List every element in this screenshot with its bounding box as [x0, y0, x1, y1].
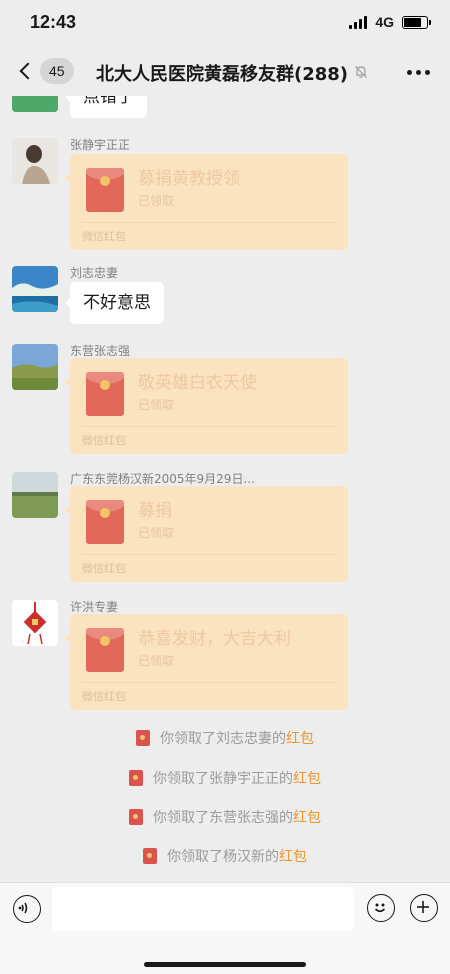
divider [82, 222, 336, 223]
bell-off-icon [355, 66, 367, 78]
system-notice: 你领取了刘志忠妻的红包 [0, 728, 450, 748]
red-packet-icon [86, 372, 124, 416]
red-packet-wish: 募捐黄教授领 [138, 169, 240, 189]
chevron-left-icon [19, 62, 37, 80]
avatar[interactable] [12, 138, 58, 184]
red-packet-icon [86, 628, 124, 672]
red-packet-link[interactable]: 红包 [293, 771, 321, 787]
battery-icon [402, 15, 431, 29]
red-packet-wish: 恭喜发财，大吉大利 [138, 629, 291, 649]
red-packet-footer: 微信红包 [82, 562, 126, 575]
red-packet-message[interactable]: 恭喜发财，大吉大利 已领取 微信红包 [65, 614, 348, 710]
signal-icon [349, 15, 368, 29]
notice-text: 你领取了东营张志强的 [153, 810, 293, 826]
red-packet-footer: 微信红包 [82, 690, 126, 703]
system-notice: 你领取了杨汉新的红包 [0, 846, 450, 866]
chat-header: 45 北大人民医院黄磊移友群(288) [0, 48, 450, 96]
network-label: 4G [375, 14, 394, 30]
sender-name: 刘志忠妻 [70, 266, 119, 280]
red-packet-status: 已领取 [138, 398, 175, 412]
chat-title: 北大人民医院黄磊移友群(288) [96, 64, 349, 85]
notice-text: 你领取了杨汉新的 [167, 849, 279, 865]
voice-button[interactable] [13, 895, 41, 923]
sender-name: 张静宇正正 [70, 138, 131, 152]
red-packet-wish: 敬英雄白衣天使 [138, 373, 257, 393]
red-packet-message[interactable]: 募捐黄教授领 已领取 微信红包 [65, 154, 348, 250]
red-packet-link[interactable]: 红包 [293, 810, 321, 826]
avatar[interactable] [12, 266, 58, 312]
more-icon[interactable] [407, 70, 430, 75]
avatar[interactable] [12, 600, 58, 646]
red-packet-message[interactable]: 募捐 已领取 微信红包 [65, 486, 348, 582]
red-packet-status: 已领取 [138, 654, 175, 668]
back-button[interactable]: 45 [16, 58, 74, 84]
red-packet-link[interactable]: 红包 [286, 731, 314, 747]
red-packet-icon [129, 809, 143, 825]
red-packet-icon [129, 770, 143, 786]
emoji-button[interactable] [367, 894, 395, 922]
divider [82, 554, 336, 555]
notice-text: 你领取了刘志忠妻的 [160, 731, 286, 747]
unread-count-badge: 45 [40, 58, 74, 84]
avatar[interactable] [12, 344, 58, 390]
message-bubble[interactable]: 点错了 [65, 96, 147, 118]
system-notice: 你领取了张静宇正正的红包 [0, 768, 450, 788]
red-packet-icon [86, 500, 124, 544]
red-packet-footer: 微信红包 [82, 434, 126, 447]
message-input[interactable] [52, 887, 354, 931]
sender-name: 许洪专妻 [70, 600, 119, 614]
home-indicator[interactable] [144, 962, 306, 967]
red-packet-wish: 募捐 [138, 501, 172, 521]
red-packet-icon [136, 730, 150, 746]
system-notice: 你领取了东营张志强的红包 [0, 807, 450, 827]
avatar[interactable] [12, 472, 58, 518]
red-packet-icon [86, 168, 124, 212]
status-bar: 12:43 4G [0, 0, 450, 48]
avatar[interactable] [12, 96, 58, 112]
message-bubble[interactable]: 不好意思 [65, 282, 164, 324]
voice-icon [18, 902, 28, 914]
status-indicators: 4G [349, 14, 431, 30]
red-packet-icon [143, 848, 157, 864]
chat-message-list[interactable]: 点错了 张静宇正正 募捐黄教授领 已领取 微信红包 刘志忠妻 不好意思 东营张志… [0, 96, 450, 882]
plus-icon [417, 901, 429, 913]
notice-text: 你领取了张静宇正正的 [153, 771, 293, 787]
status-time: 12:43 [30, 12, 77, 32]
message-input-bar [0, 882, 450, 974]
red-packet-footer: 微信红包 [82, 230, 126, 243]
red-packet-link[interactable]: 红包 [279, 849, 307, 865]
emoji-icon [374, 903, 386, 913]
red-packet-status: 已领取 [138, 526, 175, 540]
divider [82, 682, 336, 683]
plus-button[interactable] [410, 894, 438, 922]
red-packet-status: 已领取 [138, 194, 175, 208]
divider [82, 426, 336, 427]
sender-name: 广东东莞杨汉新2005年9月29日... [70, 472, 255, 486]
red-packet-message[interactable]: 敬英雄白衣天使 已领取 微信红包 [65, 358, 348, 454]
sender-name: 东营张志强 [70, 344, 131, 358]
